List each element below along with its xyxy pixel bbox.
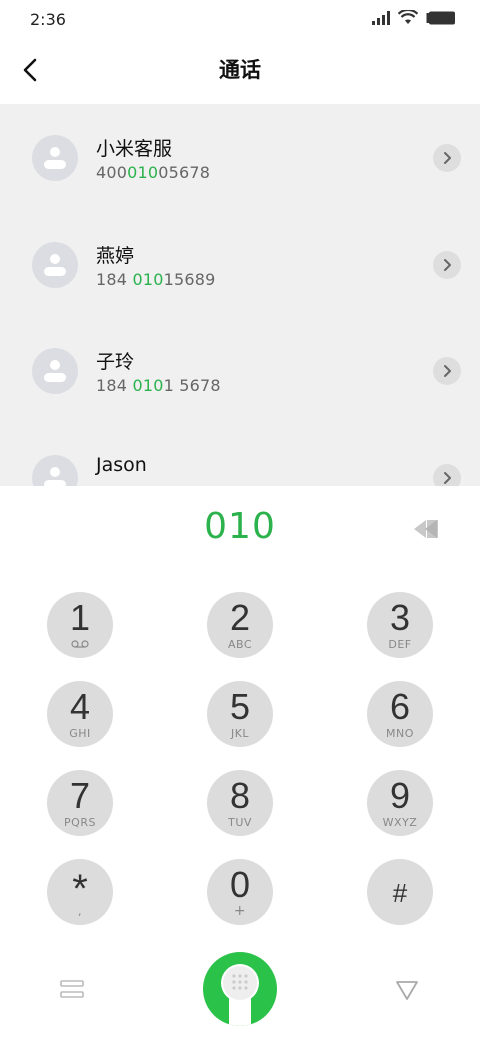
key-letters: , — [78, 905, 82, 918]
avatar — [32, 348, 78, 394]
key-7[interactable]: 7 PQRS — [47, 770, 113, 836]
menu-button[interactable] — [58, 974, 88, 1004]
key-digit: 9 — [389, 775, 411, 816]
person-icon — [44, 254, 66, 276]
contact-number: 184 0101 5678 — [96, 376, 221, 395]
key-letters: TUV — [228, 816, 252, 829]
key-letters: + — [233, 903, 247, 919]
contact-row[interactable]: 燕婷 184 01015689 — [0, 211, 480, 317]
contact-name: 小米客服 — [96, 138, 173, 160]
call-button[interactable] — [203, 952, 277, 1026]
key-digit: 8 — [229, 775, 251, 816]
key-digit: 0 — [229, 864, 251, 905]
key-4[interactable]: 4 GHI — [47, 681, 113, 747]
contact-number: 40001005678 — [96, 163, 211, 182]
backspace-button[interactable] — [408, 514, 444, 544]
signal-icon — [372, 10, 390, 25]
key-star[interactable]: * , — [47, 859, 113, 925]
key-0[interactable]: 0 + — [207, 859, 273, 925]
key-digit: 4 — [69, 686, 91, 727]
key-1[interactable]: 1 — [47, 592, 113, 658]
key-3[interactable]: 3 DEF — [367, 592, 433, 658]
contact-detail-button[interactable] — [433, 464, 461, 486]
contact-number: 184 01015689 — [96, 270, 216, 289]
contact-row[interactable]: Jason — [0, 424, 480, 486]
avatar — [32, 135, 78, 181]
key-9[interactable]: 9 WXYZ — [367, 770, 433, 836]
key-digit: * — [72, 867, 88, 911]
status-time: 2:36 — [30, 10, 66, 29]
key-2[interactable]: 2 ABC — [207, 592, 273, 658]
contact-name: Jason — [96, 454, 147, 476]
key-digit: # — [392, 878, 408, 908]
wifi-icon — [398, 10, 418, 24]
person-icon — [44, 147, 66, 169]
contact-list: 小米客服 40001005678 燕婷 184 01015689 子玲 184 … — [0, 104, 480, 486]
key-letters: ABC — [227, 638, 253, 651]
battery-icon — [426, 11, 455, 24]
key-6[interactable]: 6 MNO — [367, 681, 433, 747]
status-bar: 2:36 — [0, 0, 480, 42]
person-icon — [44, 360, 66, 382]
key-digit: 2 — [229, 597, 251, 638]
chevron-right-icon — [444, 152, 451, 164]
contact-detail-button[interactable] — [433, 144, 461, 172]
contact-name: 子玲 — [96, 351, 135, 373]
avatar — [32, 455, 78, 486]
chevron-right-icon — [444, 365, 451, 377]
key-digit: 7 — [69, 775, 91, 816]
key-letters: GHI — [69, 727, 91, 740]
voicemail-icon — [71, 640, 89, 648]
status-icons — [372, 10, 456, 25]
header: 通话 — [0, 42, 480, 104]
collapse-keypad-icon — [396, 981, 418, 1000]
key-digit: 6 — [389, 686, 411, 727]
phone-icon — [221, 964, 259, 1026]
menu-icon — [60, 980, 84, 998]
key-digit: 5 — [229, 686, 251, 727]
key-letters: PQRS — [64, 816, 96, 829]
key-letters: DEF — [388, 638, 412, 651]
key-letters: JKL — [230, 727, 250, 740]
keypad: 1 2 ABC 3 DEF 4 GHI 5 JKL 6 MNO 7 PQRS 8… — [0, 572, 480, 952]
contact-row[interactable]: 小米客服 40001005678 — [0, 104, 480, 210]
contact-detail-button[interactable] — [433, 251, 461, 279]
dialer-screen: 2:36 通话 小米客服 40001005678 燕婷 184 01015689… — [0, 0, 480, 1040]
contact-row[interactable]: 子玲 184 0101 5678 — [0, 317, 480, 423]
key-letters: MNO — [386, 727, 414, 740]
key-8[interactable]: 8 TUV — [207, 770, 273, 836]
contact-name: 燕婷 — [96, 245, 135, 267]
contact-detail-button[interactable] — [433, 357, 461, 385]
page-title: 通话 — [219, 58, 261, 82]
dial-input-area: 010 — [0, 486, 480, 572]
backspace-icon — [414, 520, 438, 538]
key-digit: 3 — [389, 597, 411, 638]
avatar — [32, 242, 78, 288]
key-5[interactable]: 5 JKL — [207, 681, 273, 747]
chevron-right-icon — [444, 472, 451, 484]
chevron-right-icon — [444, 259, 451, 271]
key-hash[interactable]: # — [367, 859, 433, 925]
key-letters: WXYZ — [382, 816, 418, 829]
collapse-keypad-button[interactable] — [392, 974, 422, 1004]
person-icon — [44, 467, 66, 486]
bottom-bar — [0, 952, 480, 1040]
key-digit: 1 — [69, 597, 91, 638]
